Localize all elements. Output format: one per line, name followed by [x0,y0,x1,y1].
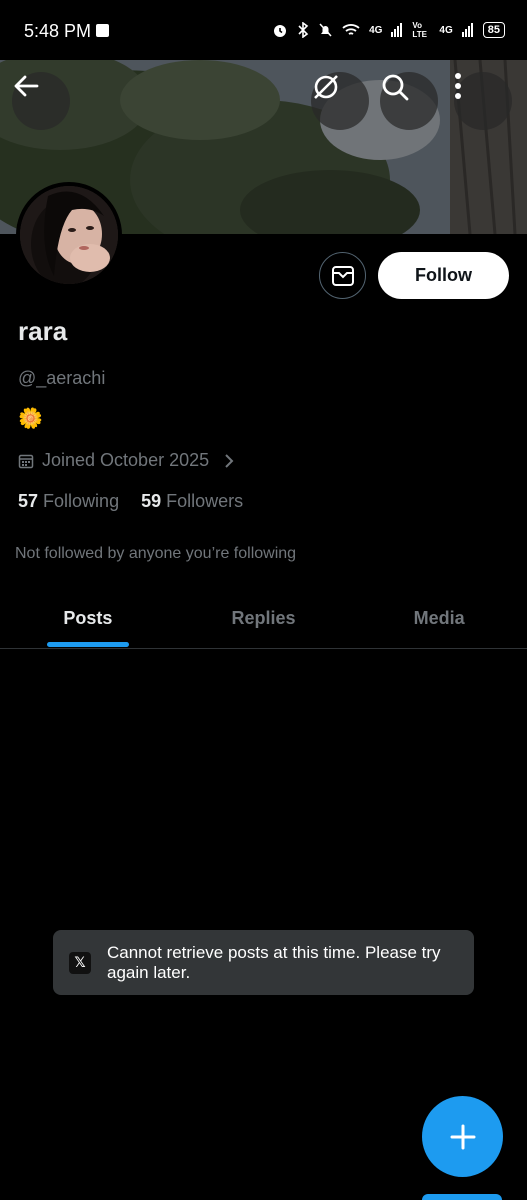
plus-icon [450,1124,475,1149]
search-button[interactable] [380,72,438,130]
calendar-icon [18,454,34,468]
more-vertical-icon [455,73,461,99]
signal-icon-2 [461,23,473,37]
mail-icon [331,265,354,286]
grok-button[interactable] [311,72,369,130]
bluetooth-icon [298,22,309,38]
message-button[interactable] [319,252,366,299]
tab-posts[interactable]: Posts [0,588,176,648]
search-icon [382,74,409,101]
following-label: Following [43,491,120,511]
follow-stats: 57 Following 59 Followers [18,491,243,512]
following-count: 57 [18,491,39,511]
tab-media[interactable]: Media [351,588,527,648]
followers-count: 59 [141,491,162,511]
display-name: rara [18,316,68,346]
profile-tabs: Posts Replies Media [0,588,527,649]
status-icons: 4G Vo LTE 4G 85 [272,21,505,39]
signal-icon [391,23,403,37]
joined-text: Joined October 2025 [42,450,210,470]
active-tab-indicator [47,642,129,647]
tab-replies[interactable]: Replies [176,588,352,648]
chevron-right-icon [225,453,234,468]
following-stat[interactable]: 57 Following [18,491,119,512]
avatar[interactable] [16,182,122,288]
more-options-button[interactable] [454,72,512,130]
wifi-icon [342,24,360,35]
error-toast: 𝕏 Cannot retrieve posts at this time. Pl… [53,930,474,995]
followers-label: Followers [166,491,244,511]
mutual-followers-note: Not followed by anyone you’re following [15,545,297,562]
battery-indicator: 85 [482,22,505,38]
username-handle: @_aerachi [18,368,106,388]
status-bar: 5:48 PM 4G Vo LTE 4G 85 [0,0,527,60]
status-time: 5:48 PM [24,21,92,41]
back-arrow-icon [14,75,39,97]
joined-date[interactable]: Joined October 2025 [18,450,235,471]
bio: 🌼 [18,408,43,430]
back-button[interactable] [12,72,70,130]
network-4g-label-2: 4G [439,24,453,36]
mute-bell-icon [319,23,332,37]
grok-icon [314,75,338,99]
network-4g-label: 4G [369,24,383,36]
notification-square-icon [96,24,109,37]
follow-button[interactable]: Follow [378,252,509,299]
volte-label: Vo LTE [412,21,427,39]
x-logo-icon: 𝕏 [69,951,91,974]
alarm-icon [274,25,287,37]
toast-message: Cannot retrieve posts at this time. Plea… [107,942,441,982]
compose-button[interactable] [422,1096,503,1177]
next-fab-peek [422,1194,502,1200]
avatar-image [20,186,118,284]
followers-stat[interactable]: 59 Followers [141,491,243,512]
